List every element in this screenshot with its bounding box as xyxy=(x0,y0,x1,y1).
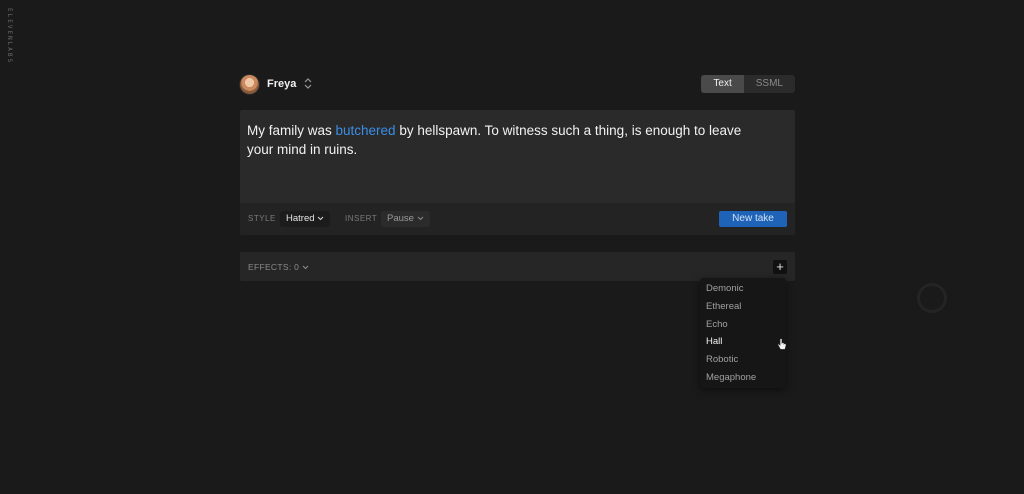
editor-text[interactable]: My family was butchered by hellspawn. To… xyxy=(247,121,767,159)
style-value: Hatred xyxy=(286,213,315,224)
header: Freya Text SSML xyxy=(240,72,795,96)
voice-avatar xyxy=(240,74,259,94)
tab-text[interactable]: Text xyxy=(701,75,744,93)
insert-label: INSERT xyxy=(345,214,378,223)
menu-item-robotic[interactable]: Robotic xyxy=(706,354,738,365)
menu-item-echo[interactable]: Echo xyxy=(706,319,728,330)
insert-value: Pause xyxy=(387,213,414,224)
chevron-down-icon xyxy=(302,265,309,270)
menu-item-demonic[interactable]: Demonic xyxy=(706,283,744,294)
editor-toolbar: STYLE Hatred INSERT Pause New take xyxy=(240,203,795,235)
voice-selector[interactable]: Freya xyxy=(240,72,312,96)
menu-item-hall[interactable]: Hall xyxy=(706,336,722,347)
loading-ring-icon xyxy=(917,283,947,313)
plus-icon: + xyxy=(776,259,784,274)
effects-count-label: EFFECTS: 0 xyxy=(248,262,300,272)
menu-item-megaphone[interactable]: Megaphone xyxy=(706,372,756,383)
add-effect-button[interactable]: + xyxy=(773,260,787,274)
effects-panel: EFFECTS: 0 + xyxy=(240,252,795,281)
updown-chevron-icon xyxy=(304,77,312,91)
chevron-down-icon xyxy=(317,216,324,221)
text-editor[interactable]: My family was butchered by hellspawn. To… xyxy=(240,110,795,235)
hand-cursor-icon xyxy=(777,338,787,350)
chevron-down-icon xyxy=(417,216,423,221)
style-dropdown[interactable]: Hatred xyxy=(280,211,331,227)
mode-toggle: Text SSML xyxy=(701,75,795,93)
effects-toggle[interactable]: EFFECTS: 0 xyxy=(248,262,309,272)
sidebar-vertical-label: ELEVENLABS xyxy=(6,8,13,65)
style-label: STYLE xyxy=(248,214,276,223)
new-take-button[interactable]: New take xyxy=(719,211,787,227)
voice-name: Freya xyxy=(267,78,297,90)
tab-ssml[interactable]: SSML xyxy=(744,75,795,93)
text-before: My family was xyxy=(247,123,336,138)
menu-item-ethereal[interactable]: Ethereal xyxy=(706,301,741,312)
effects-menu: Demonic Ethereal Echo Hall Robotic Megap… xyxy=(700,278,786,388)
insert-dropdown[interactable]: Pause xyxy=(381,211,430,227)
highlighted-word[interactable]: butchered xyxy=(336,123,396,138)
